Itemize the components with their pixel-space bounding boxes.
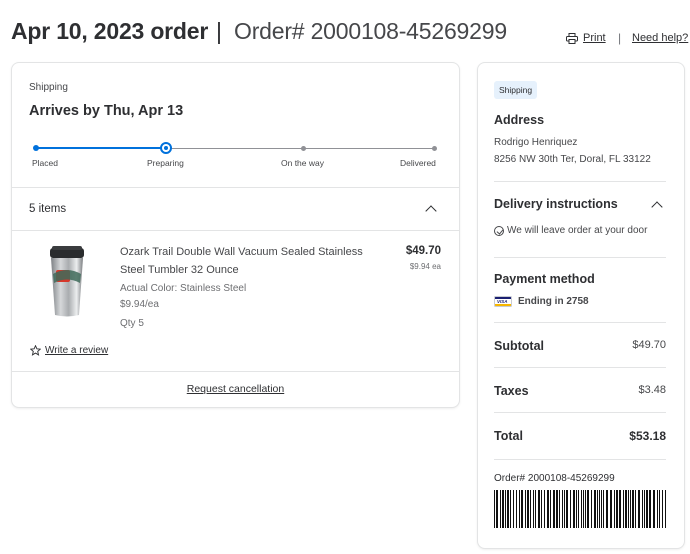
arrival-date: Arrives by Thu, Apr 13 xyxy=(29,103,184,119)
subtotal-value: $49.70 xyxy=(632,339,666,351)
star-icon xyxy=(30,345,41,356)
step-dot-delivered xyxy=(432,145,437,151)
delivery-note: We will leave order at your door xyxy=(494,225,647,236)
product-color: Actual Color: Stainless Steel xyxy=(120,283,247,294)
product-name-link[interactable]: Ozark Trail Double Wall Vacuum Sealed St… xyxy=(120,243,380,279)
subtotal-label: Subtotal xyxy=(494,339,544,353)
product-quantity: Qty 5 xyxy=(120,318,144,329)
write-review-label: Write a review xyxy=(45,345,109,356)
section-divider xyxy=(494,459,666,460)
visa-card-icon: VISA xyxy=(494,296,512,307)
payment-method-heading: Payment method xyxy=(494,272,595,286)
shipment-card: Shipping Arrives by Thu, Apr 13 Placed P… xyxy=(12,63,459,407)
shipping-badge: Shipping xyxy=(494,81,538,99)
product-unit-price: $9.94/ea xyxy=(120,299,159,310)
step-dot-on-the-way xyxy=(301,145,306,151)
collapse-items-chevron-up-icon[interactable] xyxy=(426,204,436,214)
order-header: Apr 10, 2023 order | Order# 2000108-4526… xyxy=(11,16,690,50)
section-divider xyxy=(494,257,666,258)
product-each-price: $9.94 ea xyxy=(409,262,441,271)
print-button[interactable]: Print xyxy=(566,32,606,44)
step-label-on-the-way: On the way xyxy=(281,158,324,168)
order-date-title: Apr 10, 2023 order xyxy=(11,18,209,44)
section-divider xyxy=(12,230,459,231)
request-cancellation-button[interactable]: Request cancellation xyxy=(12,383,459,395)
print-label: Print xyxy=(583,32,606,44)
printer-icon xyxy=(566,32,578,44)
order-barcode xyxy=(494,490,666,528)
total-value: $53.18 xyxy=(629,429,666,443)
total-label: Total xyxy=(494,429,523,443)
address-line: 8256 NW 30th Ter, Doral, FL 33122 xyxy=(494,154,651,165)
address-name: Rodrigo Henriquez xyxy=(494,137,578,148)
taxes-label: Taxes xyxy=(494,384,529,398)
section-divider xyxy=(12,371,459,372)
order-number-small: Order# 2000108-45269299 xyxy=(494,473,615,484)
step-label-delivered: Delivered xyxy=(400,158,436,168)
items-count: 5 items xyxy=(29,203,67,215)
header-separator: | xyxy=(216,18,222,44)
section-divider xyxy=(12,187,459,188)
order-summary-card: Shipping Address Rodrigo Henriquez 8256 … xyxy=(478,63,684,548)
delivery-instructions-heading: Delivery instructions xyxy=(494,197,618,211)
order-number-title: Order# 2000108-45269299 xyxy=(234,18,507,44)
step-label-preparing: Preparing xyxy=(147,158,184,168)
section-divider xyxy=(494,181,666,182)
address-heading: Address xyxy=(494,113,545,127)
step-dot-preparing xyxy=(160,142,172,154)
product-total-price: $49.70 xyxy=(405,245,441,257)
section-divider xyxy=(494,322,666,323)
write-review-button[interactable]: Write a review xyxy=(30,345,108,356)
progress-line-complete xyxy=(36,147,166,149)
need-help-link[interactable]: Need help? xyxy=(632,32,688,44)
shipping-label: Shipping xyxy=(29,82,68,93)
section-divider xyxy=(494,412,666,413)
tumbler-product-image[interactable] xyxy=(46,246,88,318)
header-link-divider: | xyxy=(618,31,622,45)
section-divider xyxy=(494,367,666,368)
step-dot-placed xyxy=(33,145,39,151)
collapse-delivery-chevron-up-icon[interactable] xyxy=(652,200,662,210)
checkmark-circle-icon xyxy=(494,225,504,236)
order-progress-tracker: Placed Preparing On the way Delivered xyxy=(32,142,437,177)
taxes-value: $3.48 xyxy=(638,384,666,396)
step-label-placed: Placed xyxy=(32,158,58,168)
delivery-note-text: We will leave order at your door xyxy=(507,225,648,236)
payment-ending: Ending in 2758 xyxy=(518,296,589,307)
payment-card-row: VISA Ending in 2758 xyxy=(494,296,589,307)
